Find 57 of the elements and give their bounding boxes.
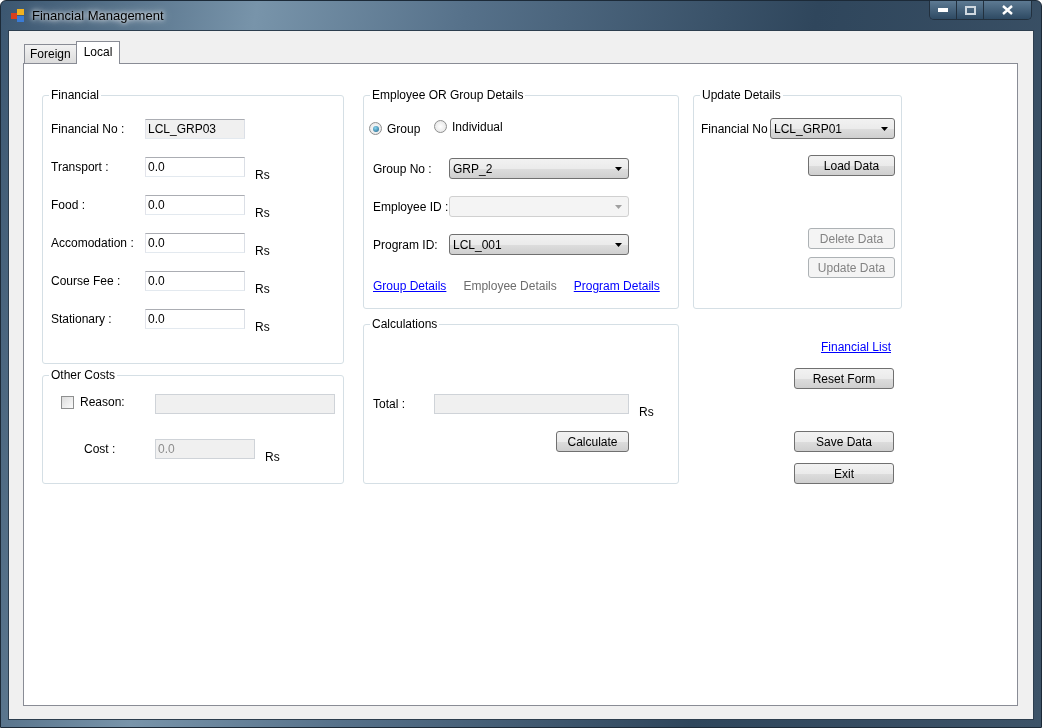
app-icon <box>11 9 24 22</box>
window-title: Financial Management <box>32 8 164 23</box>
unit-label: Rs <box>265 450 280 464</box>
group-title: Calculations <box>371 317 439 331</box>
exit-button[interactable]: Exit <box>794 463 894 484</box>
caret-icon <box>615 204 622 209</box>
field-label: Group No : <box>373 161 433 176</box>
dropdown[interactable]: GRP_2 <box>449 158 629 179</box>
text-field[interactable]: 0.0 <box>145 270 245 291</box>
unit-label: Rs <box>639 405 654 419</box>
text-field[interactable]: 0.0 <box>145 194 245 215</box>
field-label: Financial No : <box>51 121 126 136</box>
caret-icon <box>615 166 622 171</box>
unit-label: Rs <box>255 320 270 334</box>
field-label: Food : <box>51 197 87 212</box>
unit-label: Rs <box>255 206 270 220</box>
minimize-icon <box>938 8 948 12</box>
link[interactable]: Financial List <box>820 340 891 354</box>
field-label: Accomodation : <box>51 235 135 250</box>
calculate-button[interactable]: Calculate <box>556 431 629 452</box>
close-button[interactable] <box>983 1 1031 19</box>
radio-button[interactable]: Individual <box>434 119 503 134</box>
group-title: Update Details <box>701 88 782 102</box>
close-icon <box>1002 5 1013 15</box>
maximize-button[interactable] <box>956 1 983 19</box>
text-field[interactable]: LCL_GRP03 <box>145 118 245 139</box>
dropdown[interactable]: LCL_GRP01 <box>770 118 895 139</box>
load-button[interactable]: Load Data <box>808 155 895 176</box>
text-field[interactable]: 0.0 <box>145 308 245 329</box>
unit-label: Rs <box>255 244 270 258</box>
radio-button[interactable]: Group <box>369 121 421 136</box>
unit-label: Rs <box>255 282 270 296</box>
minimize-button[interactable] <box>930 1 956 19</box>
tab[interactable]: Local <box>75 41 121 64</box>
field-label: Total : <box>373 396 406 411</box>
field-label: Employee ID : <box>373 199 449 214</box>
group-title: Financial <box>50 88 101 102</box>
reset-button[interactable]: Reset Form <box>794 368 894 389</box>
field-label: Cost : <box>84 441 117 456</box>
caret-icon <box>615 242 622 247</box>
dropdown[interactable]: LCL_001 <box>449 234 629 255</box>
maximize-icon <box>964 5 976 15</box>
group-title: Other Costs <box>50 368 117 382</box>
tab[interactable]: Foreign <box>24 44 77 63</box>
link[interactable]: Group Details <box>373 279 447 293</box>
field-label: Course Fee : <box>51 273 122 288</box>
unit-label: Rs <box>255 168 270 182</box>
text-field[interactable]: 0.0 <box>145 156 245 177</box>
group-title: Employee OR Group Details <box>371 88 525 102</box>
field-label: Financial No <box>701 121 769 136</box>
field-label: Transport : <box>51 159 110 174</box>
text-field[interactable]: 0.0 <box>145 232 245 253</box>
field-label: Program ID: <box>373 237 439 252</box>
field-label: Stationary : <box>51 311 113 326</box>
save-button[interactable]: Save Data <box>794 431 894 452</box>
link[interactable]: Program Details <box>573 279 660 293</box>
caret-icon <box>881 126 888 131</box>
